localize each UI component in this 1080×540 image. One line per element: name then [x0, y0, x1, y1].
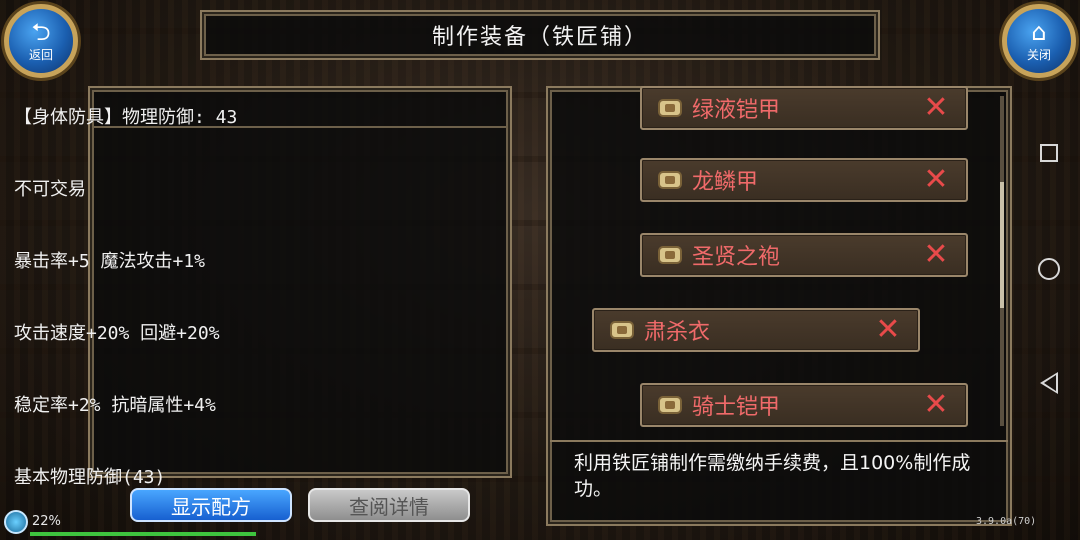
scroll-icon — [658, 99, 682, 117]
show-recipe-button[interactable]: 显示配方 — [130, 488, 292, 522]
scroll-icon — [658, 396, 682, 414]
recipe-item[interactable]: 骑士铠甲 ✕ — [640, 383, 968, 427]
battery-icon — [4, 510, 28, 534]
item-stat-line: 稳定率+2% 抗暗属性+4% — [14, 395, 216, 416]
recipe-name: 龙鳞甲 — [692, 170, 759, 195]
divider — [550, 440, 1008, 442]
system-nav-bar — [1022, 120, 1080, 420]
progress-bar — [30, 532, 256, 536]
home-circle-icon[interactable] — [1038, 258, 1060, 280]
remove-icon[interactable]: ✕ — [916, 165, 956, 195]
recipe-item-selected[interactable]: 肃杀衣 ✕ — [592, 308, 920, 352]
remove-icon[interactable]: ✕ — [916, 240, 956, 270]
item-stat-line: 攻击速度+20% 回避+20% — [14, 323, 220, 344]
item-stat-line: 基本物理防御(43) — [14, 467, 166, 488]
item-stat-line: 【身体防具】物理防御: 43 — [14, 107, 238, 128]
close-button-label: 关闭 — [1026, 47, 1051, 62]
item-stats: 【身体防具】物理防御: 43 不可交易 暴击率+5 魔法攻击+1% 攻击速度+2… — [14, 58, 237, 514]
fee-note: 利用铁匠铺制作需缴纳手续费，且100%制作成功。 — [574, 452, 971, 500]
title-bar: 制作装备（铁匠铺） — [200, 10, 880, 60]
back-triangle-icon[interactable] — [1040, 372, 1058, 394]
recipe-name: 圣贤之袍 — [692, 245, 781, 270]
remove-icon[interactable]: ✕ — [916, 390, 956, 420]
recipe-scrollbar[interactable] — [1000, 96, 1004, 426]
scroll-icon — [610, 321, 634, 339]
item-stat-line: 暴击率+5 魔法攻击+1% — [14, 251, 206, 272]
remove-icon[interactable]: ✕ — [916, 93, 956, 123]
return-arrow-icon: ⮌ — [31, 17, 51, 46]
scroll-icon — [658, 171, 682, 189]
scroll-icon — [658, 246, 682, 264]
version-label: 3.9.0a(70) — [976, 516, 1037, 527]
recipe-item[interactable]: 龙鳞甲 ✕ — [640, 158, 968, 202]
recipe-name: 肃杀衣 — [644, 320, 711, 345]
recipe-name: 绿液铠甲 — [692, 98, 781, 123]
battery-percent: 22% — [32, 514, 61, 529]
recipe-name: 骑士铠甲 — [692, 395, 781, 420]
recipe-item[interactable]: 绿液铠甲 ✕ — [640, 86, 968, 130]
recipe-item[interactable]: 圣贤之袍 ✕ — [640, 233, 968, 277]
remove-icon[interactable]: ✕ — [868, 315, 908, 345]
item-stat-line: 不可交易 — [14, 179, 86, 200]
home-icon: ⌂ — [1031, 17, 1047, 46]
scrollbar-thumb[interactable] — [1000, 182, 1004, 308]
recent-apps-icon[interactable] — [1040, 144, 1058, 162]
view-detail-button[interactable]: 查阅详情 — [308, 488, 470, 522]
page-title: 制作装备（铁匠铺） — [431, 25, 648, 50]
close-button[interactable]: ⌂ 关闭 — [1002, 4, 1076, 78]
